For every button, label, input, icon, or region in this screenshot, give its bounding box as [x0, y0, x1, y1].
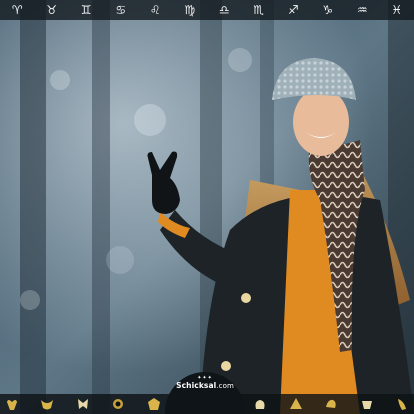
aries-icon[interactable]: ♈ [2, 0, 32, 20]
scorpio-icon[interactable]: ♏ [244, 0, 274, 20]
gemini-gold-icon[interactable] [75, 396, 91, 412]
cancer-icon[interactable]: ♋ [106, 0, 136, 20]
schicksal-logo[interactable]: ✦✦✦ Schicksal.com [165, 372, 245, 414]
aquarius-icon[interactable]: ♒ [347, 0, 377, 20]
ad-frame[interactable]: ♈ ♉ ♊ ♋ ♌ ♍ ♎ ♏ ♐ ♑ ♒ ♓ ✦✦✦ Schicksal.co [0, 0, 414, 414]
pisces-icon[interactable]: ♓ [382, 0, 412, 20]
leo-gold-icon[interactable] [146, 396, 162, 412]
libra-icon[interactable]: ♎ [209, 0, 239, 20]
cancer-gold-icon[interactable] [110, 396, 126, 412]
logo-brand: Schicksal [176, 381, 217, 390]
winter-forest-photo [0, 0, 414, 414]
logo-suffix: .com [216, 382, 234, 390]
pisces-gold-icon[interactable] [394, 396, 410, 412]
gemini-icon[interactable]: ♊ [71, 0, 101, 20]
zodiac-symbol-bar: ♈ ♉ ♊ ♋ ♌ ♍ ♎ ♏ ♐ ♑ ♒ ♓ [0, 0, 414, 20]
taurus-gold-icon[interactable] [39, 396, 55, 412]
leo-icon[interactable]: ♌ [140, 0, 170, 20]
capricorn-icon[interactable]: ♑ [313, 0, 343, 20]
aries-gold-icon[interactable] [4, 396, 20, 412]
virgo-icon[interactable]: ♍ [175, 0, 205, 20]
scorpio-gold-icon[interactable] [252, 396, 268, 412]
aquarius-gold-icon[interactable] [359, 396, 375, 412]
sagittarius-icon[interactable]: ♐ [278, 0, 308, 20]
capricorn-gold-icon[interactable] [323, 396, 339, 412]
taurus-icon[interactable]: ♉ [37, 0, 67, 20]
sagittarius-gold-icon[interactable] [288, 396, 304, 412]
